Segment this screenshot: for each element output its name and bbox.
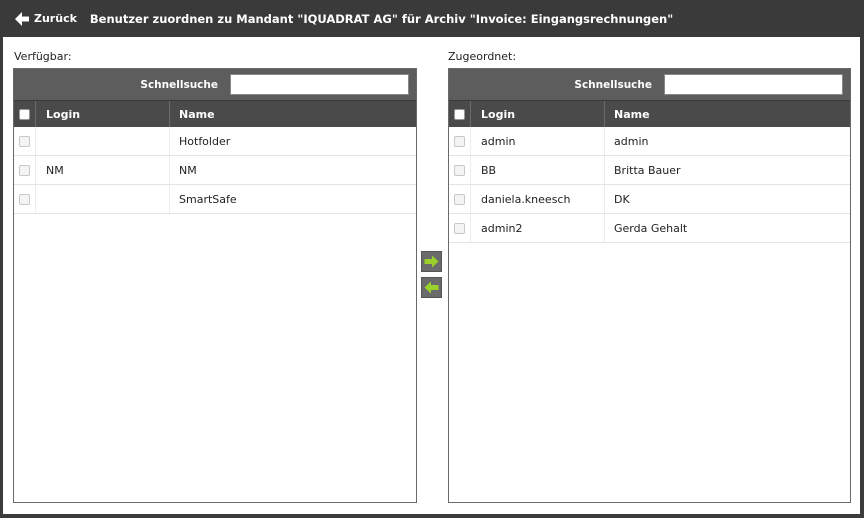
row-checkbox[interactable] [19, 193, 30, 205]
row-login: NM [35, 156, 169, 184]
available-rows: Hotfolder NM NM SmartSafe [14, 127, 416, 214]
assigned-label: Zugeordnet: [448, 50, 517, 63]
arrow-right-icon [424, 255, 439, 268]
available-select-all-checkbox[interactable] [19, 108, 30, 120]
available-column-login[interactable]: Login [35, 101, 169, 127]
row-name: DK [604, 185, 850, 213]
table-row[interactable]: Hotfolder [14, 127, 416, 156]
available-search-bar: Schnellsuche [14, 69, 416, 100]
assigned-column-login[interactable]: Login [470, 101, 604, 127]
row-name: Gerda Gehalt [604, 214, 850, 242]
row-checkbox[interactable] [454, 135, 465, 147]
row-login [35, 185, 169, 213]
row-login: admin2 [470, 214, 604, 242]
dialog-window: Zurück Benutzer zuordnen zu Mandant "IQU… [0, 0, 864, 518]
row-name: NM [169, 156, 416, 184]
assigned-search-bar: Schnellsuche [449, 69, 850, 100]
available-search-input[interactable] [230, 74, 409, 95]
title-bar: Zurück Benutzer zuordnen zu Mandant "IQU… [0, 0, 864, 37]
available-panel: Schnellsuche Login Name Hotfolder NM NM Sma… [13, 68, 417, 503]
back-button[interactable]: Zurück [14, 7, 77, 31]
row-login: daniela.kneesch [470, 185, 604, 213]
available-grid-header: Login Name [14, 100, 416, 127]
row-checkbox[interactable] [19, 135, 30, 147]
row-checkbox[interactable] [19, 164, 30, 176]
table-row[interactable]: NM NM [14, 156, 416, 185]
table-row[interactable]: daniela.kneesch DK [449, 185, 850, 214]
assigned-column-name[interactable]: Name [604, 101, 850, 127]
table-row[interactable]: SmartSafe [14, 185, 416, 214]
row-login: BB [470, 156, 604, 184]
assigned-grid-header: Login Name [449, 100, 850, 127]
assigned-search-input[interactable] [664, 74, 843, 95]
row-checkbox[interactable] [454, 164, 465, 176]
table-row[interactable]: BB Britta Bauer [449, 156, 850, 185]
arrow-left-icon [424, 281, 439, 294]
main-content: Verfügbar: Schnellsuche Login Name Hotfo… [3, 37, 860, 514]
available-column-name[interactable]: Name [169, 101, 416, 127]
arrow-left-icon [15, 11, 29, 26]
table-row[interactable]: admin2 Gerda Gehalt [449, 214, 850, 243]
row-checkbox[interactable] [454, 222, 465, 234]
back-button-label: Zurück [34, 12, 77, 25]
row-login [35, 127, 169, 155]
page-title: Benutzer zuordnen zu Mandant "IQUADRAT A… [89, 11, 674, 26]
table-row[interactable]: admin admin [449, 127, 850, 156]
row-name: Hotfolder [169, 127, 416, 155]
move-left-button[interactable] [421, 277, 442, 298]
row-name: admin [604, 127, 850, 155]
row-checkbox[interactable] [454, 193, 465, 205]
move-right-button[interactable] [421, 251, 442, 272]
row-login: admin [470, 127, 604, 155]
assigned-select-all-checkbox[interactable] [454, 108, 465, 120]
available-label: Verfügbar: [14, 50, 72, 63]
available-search-label: Schnellsuche [140, 78, 218, 91]
assigned-panel: Schnellsuche Login Name admin admin BB Brit… [448, 68, 851, 503]
assigned-search-label: Schnellsuche [574, 78, 652, 91]
assigned-rows: admin admin BB Britta Bauer daniela.kneesch D… [449, 127, 850, 243]
row-name: SmartSafe [169, 185, 416, 213]
row-name: Britta Bauer [604, 156, 850, 184]
